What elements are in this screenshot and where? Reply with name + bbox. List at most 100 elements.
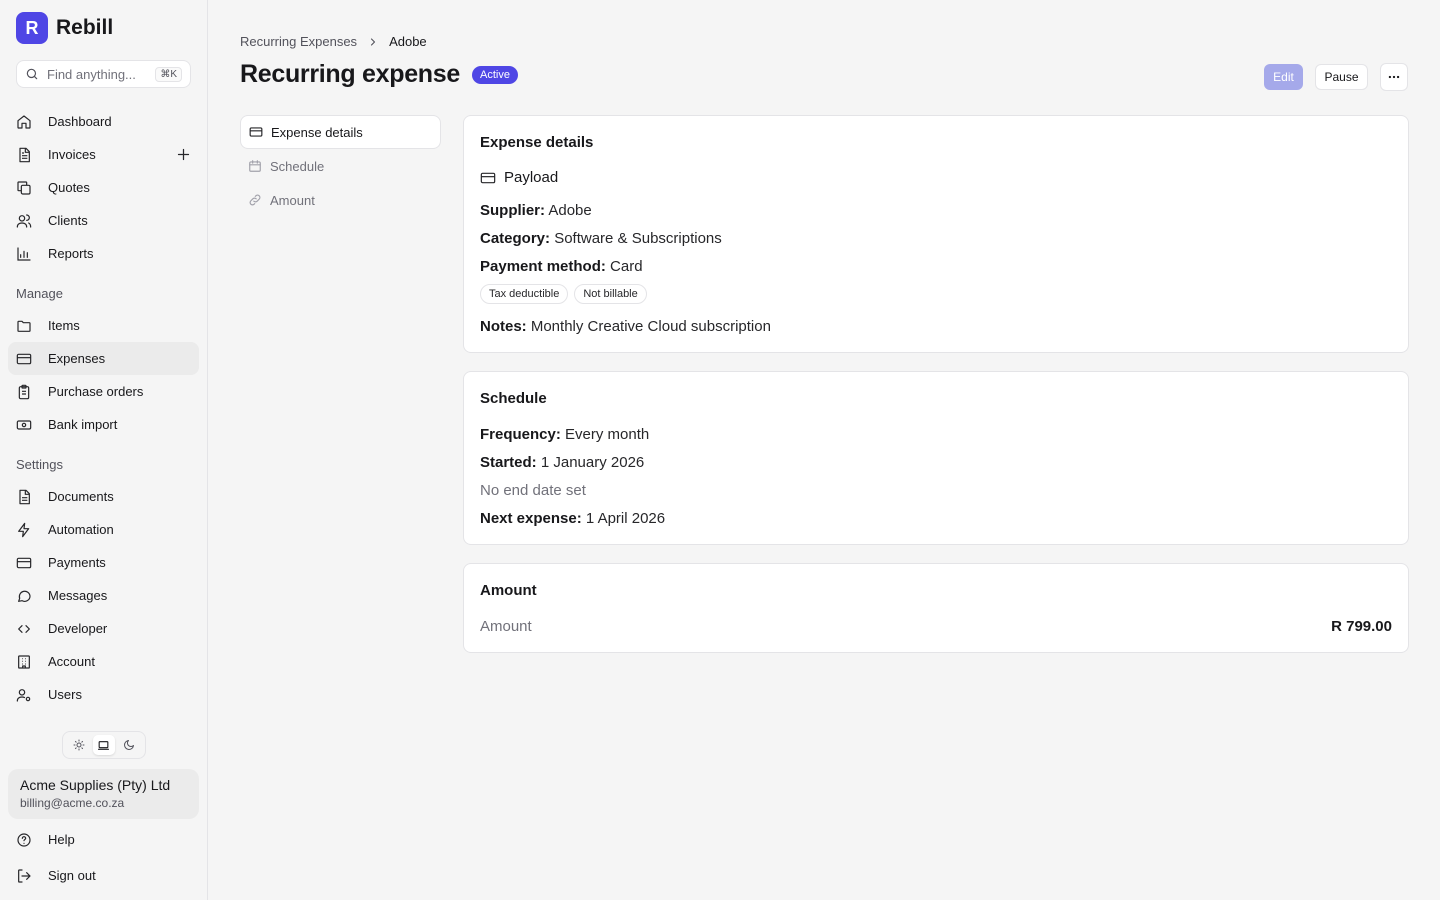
section-nav-label: Amount xyxy=(270,192,315,208)
section-nav-expense-details[interactable]: Expense details xyxy=(240,115,441,149)
sidebar-item-automation[interactable]: Automation xyxy=(8,513,199,546)
credit-card-icon xyxy=(249,125,263,139)
section-nav-label: Expense details xyxy=(271,124,363,140)
breadcrumb-current: Adobe xyxy=(389,34,427,49)
sidebar-item-messages[interactable]: Messages xyxy=(8,579,199,612)
sidebar-item-items[interactable]: Items xyxy=(8,309,199,342)
frequency-value: Every month xyxy=(565,426,650,443)
sidebar-item-label: Dashboard xyxy=(48,114,112,129)
breadcrumb-parent-link[interactable]: Recurring Expenses xyxy=(240,34,357,49)
sidebar-item-reports[interactable]: Reports xyxy=(8,237,199,270)
system-theme-laptop-icon[interactable] xyxy=(92,735,115,755)
sidebar-item-help[interactable]: Help xyxy=(8,823,199,856)
building-icon xyxy=(16,654,32,670)
sidebar-item-sign-out[interactable]: Sign out xyxy=(8,859,199,892)
card-title: Expense details xyxy=(480,134,594,151)
sidebar-item-label: Users xyxy=(48,687,82,702)
sidebar-item-clients[interactable]: Clients xyxy=(8,204,199,237)
sidebar-footer-nav: Help Sign out xyxy=(8,823,199,892)
help-circle-icon xyxy=(16,832,32,848)
sidebar-item-bank-import[interactable]: Bank import xyxy=(8,408,199,441)
page-header: Recurring expense Active xyxy=(240,60,518,89)
light-theme-sun-icon[interactable] xyxy=(68,735,90,755)
clipboard-icon xyxy=(16,384,32,400)
sidebar-item-label: Bank import xyxy=(48,417,118,432)
section-nav: Expense details Schedule Amount xyxy=(240,115,441,217)
dark-theme-moon-icon[interactable] xyxy=(118,735,140,755)
search-input[interactable]: Find anything... ⌘K xyxy=(16,60,191,88)
sidebar-item-label: Quotes xyxy=(48,180,90,195)
banknote-icon xyxy=(16,417,32,433)
sidebar-item-purchase-orders[interactable]: Purchase orders xyxy=(8,375,199,408)
notes-value: Monthly Creative Cloud subscription xyxy=(530,318,771,335)
sidebar-item-payments[interactable]: Payments xyxy=(8,546,199,579)
frequency-row: Frequency: Every month xyxy=(480,426,649,443)
sidebar-item-label: Invoices xyxy=(48,147,96,162)
sidebar-item-documents[interactable]: Documents xyxy=(8,480,199,513)
account-switcher[interactable]: Acme Supplies (Pty) Ltd billing@acme.co.… xyxy=(8,769,199,819)
chart-icon xyxy=(16,246,32,262)
tag-list: Tax deductible Not billable xyxy=(480,284,653,304)
payment-method-value: Card xyxy=(610,258,643,275)
brand[interactable]: R Rebill xyxy=(16,12,113,44)
sidebar-item-account[interactable]: Account xyxy=(8,645,199,678)
sidebar: R Rebill Find anything... ⌘K Dashboard I… xyxy=(0,0,208,900)
sidebar-main-nav: Dashboard Invoices Quotes Clients Report… xyxy=(8,105,199,270)
search-placeholder: Find anything... xyxy=(47,66,136,82)
tag-chip: Tax deductible xyxy=(480,284,569,304)
supplier-row: Supplier: Adobe xyxy=(480,202,592,219)
payment-method-label: Payment method: xyxy=(480,258,606,275)
new-invoice-plus-icon[interactable] xyxy=(176,147,191,162)
header-actions: Edit Pause xyxy=(1264,63,1408,91)
tag-chip: Not billable xyxy=(574,284,647,304)
pause-button[interactable]: Pause xyxy=(1315,64,1368,90)
brand-logo: R xyxy=(16,12,48,44)
sidebar-item-quotes[interactable]: Quotes xyxy=(8,171,199,204)
document-icon xyxy=(16,147,32,163)
next-expense-value: 1 April 2026 xyxy=(585,510,666,527)
sidebar-item-label: Help xyxy=(48,832,75,847)
amount-row: Amount R 799.00 xyxy=(480,618,1392,635)
credit-card-icon xyxy=(16,555,32,571)
sidebar-item-expenses[interactable]: Expenses xyxy=(8,342,199,375)
card-title: Schedule xyxy=(480,390,547,407)
end-date-text: No end date set xyxy=(480,482,586,499)
supplier-label: Supplier: xyxy=(480,202,546,219)
started-value: 1 January 2026 xyxy=(540,454,645,471)
more-horizontal-icon xyxy=(1387,70,1401,84)
message-icon xyxy=(16,588,32,604)
sidebar-item-label: Account xyxy=(48,654,95,669)
sidebar-item-developer[interactable]: Developer xyxy=(8,612,199,645)
breadcrumb: Recurring Expenses Adobe xyxy=(240,34,427,49)
account-name: Acme Supplies (Pty) Ltd xyxy=(20,777,171,793)
sidebar-item-dashboard[interactable]: Dashboard xyxy=(8,105,199,138)
notes-row: Notes: Monthly Creative Cloud subscripti… xyxy=(480,318,771,335)
started-label: Started: xyxy=(480,454,537,471)
frequency-label: Frequency: xyxy=(480,426,561,443)
link-icon xyxy=(248,193,262,207)
sidebar-settings-nav: Documents Automation Payments Messages D… xyxy=(8,480,199,711)
sidebar-item-label: Documents xyxy=(48,489,114,504)
account-email: billing@acme.co.za xyxy=(20,796,125,810)
sidebar-item-users[interactable]: Users xyxy=(8,678,199,711)
next-expense-label: Next expense: xyxy=(480,510,582,527)
home-icon xyxy=(16,114,32,130)
notes-label: Notes: xyxy=(480,318,527,335)
users-icon xyxy=(16,213,32,229)
page-title: Recurring expense xyxy=(240,60,460,88)
sidebar-item-label: Clients xyxy=(48,213,88,228)
search-icon xyxy=(25,67,39,81)
sidebar-item-invoices[interactable]: Invoices xyxy=(8,138,199,171)
main-content: Recurring Expenses Adobe Recurring expen… xyxy=(208,0,1440,900)
section-label-settings: Settings xyxy=(16,457,63,472)
section-nav-amount[interactable]: Amount xyxy=(240,183,441,217)
sidebar-item-label: Automation xyxy=(48,522,114,537)
brand-name: Rebill xyxy=(56,16,114,39)
section-nav-schedule[interactable]: Schedule xyxy=(240,149,441,183)
payment-method-row: Payment method: Card xyxy=(480,258,643,275)
edit-button[interactable]: Edit xyxy=(1264,64,1303,90)
more-actions-button[interactable] xyxy=(1380,63,1408,91)
category-label: Category: xyxy=(480,230,551,247)
supplier-value: Adobe xyxy=(548,202,592,219)
next-expense-row: Next expense: 1 April 2026 xyxy=(480,510,665,527)
